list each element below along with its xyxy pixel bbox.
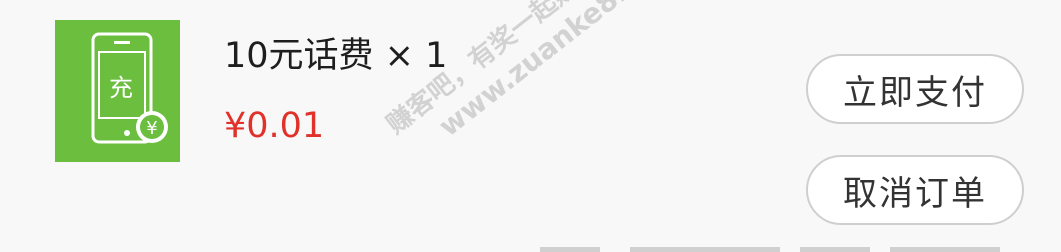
- product-title: 10元话费 × 1: [224, 36, 448, 76]
- order-item-card: 充 ¥ 10元话费 × 1 ¥0.01 赚客吧，有奖一起赚！ www.zuank…: [0, 0, 1061, 252]
- watermark-line2: www.zuanke8.com: [432, 0, 685, 144]
- product-price: ¥0.01: [224, 106, 325, 146]
- truncated-footer-text: [540, 242, 1020, 252]
- footer-text-fragment: [540, 247, 1000, 252]
- product-thumbnail[interactable]: 充 ¥: [55, 20, 180, 162]
- pay-now-button[interactable]: 立即支付: [806, 54, 1024, 124]
- recharge-char: 充: [109, 74, 133, 102]
- phone-recharge-icon: 充 ¥: [91, 32, 168, 144]
- cancel-order-button[interactable]: 取消订单: [806, 155, 1024, 225]
- yuan-icon: ¥: [146, 118, 157, 139]
- watermark: 赚客吧，有奖一起赚！ www.zuanke8.com: [380, 0, 685, 169]
